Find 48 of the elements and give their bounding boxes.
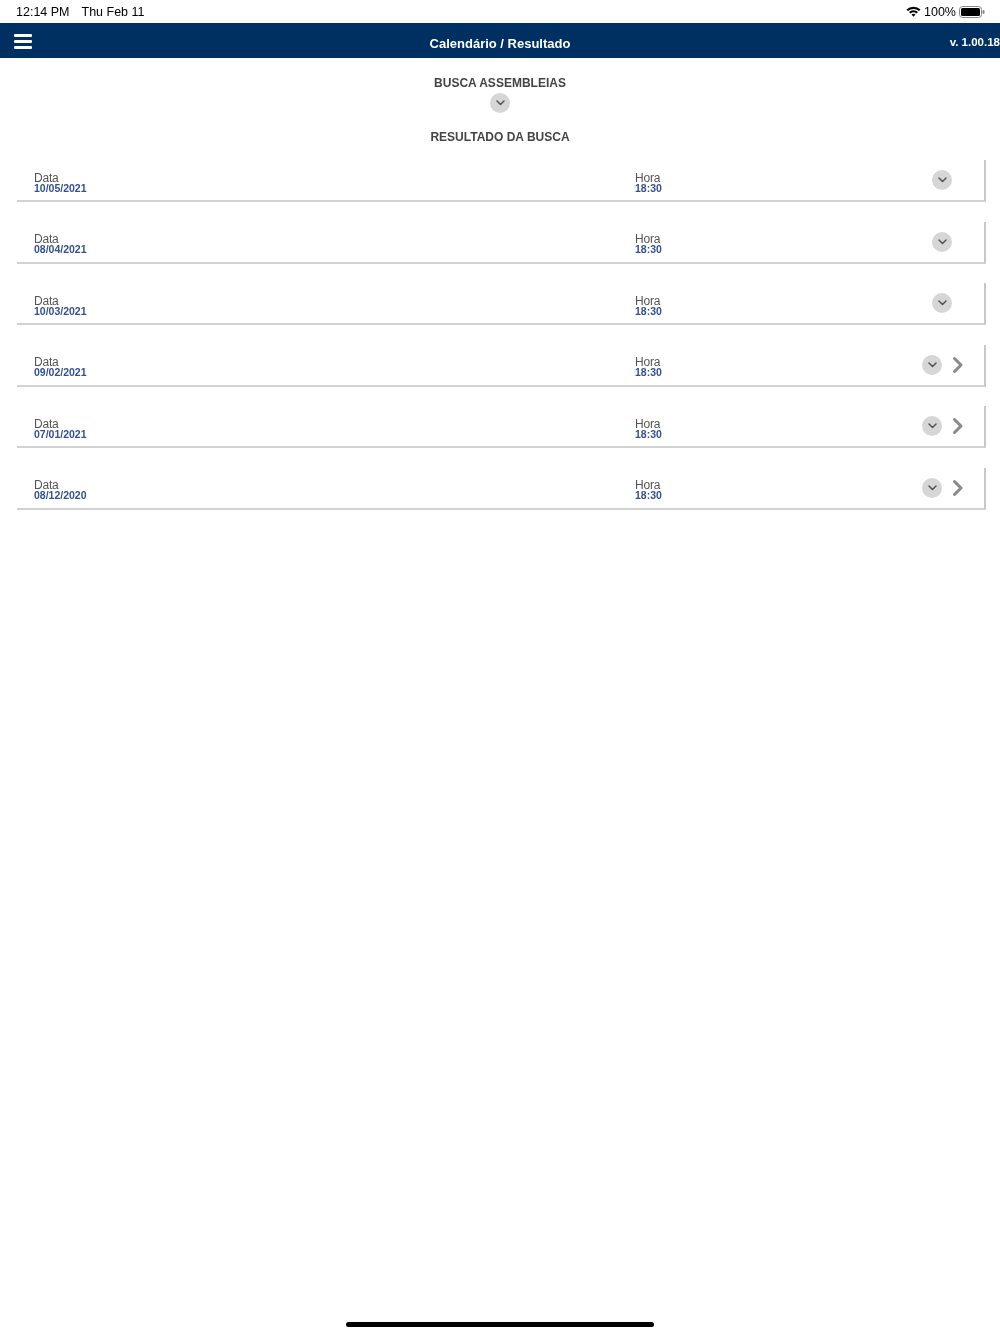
expand-search-button[interactable]	[490, 93, 510, 113]
date-label: Data	[34, 418, 59, 429]
date-value: 09/02/2021	[34, 367, 87, 378]
expand-button[interactable]	[932, 293, 952, 313]
date-label: Data	[34, 172, 59, 183]
time-label: Hora	[635, 172, 661, 183]
time-label: Hora	[635, 480, 661, 490]
expand-button[interactable]	[932, 170, 952, 190]
time-value: 18:30	[635, 490, 662, 501]
time-value: 18:30	[635, 182, 662, 194]
date-value: 08/04/2021	[34, 244, 87, 255]
time-label: Hora	[635, 295, 661, 306]
menu-button[interactable]	[14, 33, 32, 49]
time-value: 18:30	[635, 305, 662, 317]
time-label: Hora	[635, 418, 661, 429]
time-value: 18:30	[635, 428, 662, 440]
page-title: Calendário / Resultado	[429, 35, 571, 51]
date-label: Data	[34, 234, 59, 244]
date-label: Data	[34, 357, 59, 367]
chevron-right-icon	[952, 478, 964, 497]
date-label: Data	[34, 295, 59, 306]
date-value: 10/03/2021	[34, 305, 87, 317]
date-value: 08/12/2020	[34, 490, 87, 501]
time-label: Hora	[635, 234, 661, 244]
expand-button[interactable]	[932, 231, 952, 252]
time-value: 18:30	[635, 244, 662, 255]
status-date: Thu Feb 11	[81, 4, 145, 19]
menu-icon	[14, 33, 32, 49]
date-label: Data	[34, 480, 59, 490]
wifi-icon	[906, 6, 921, 17]
expand-button[interactable]	[922, 354, 942, 375]
time-label: Hora	[635, 357, 661, 367]
expand-button[interactable]	[922, 416, 942, 436]
app-version: v. 1.00.18	[949, 34, 1000, 48]
results-section-title: RESULTADO DA BUSCA	[430, 130, 570, 144]
battery-percent: 100%	[924, 4, 956, 19]
open-detail-button[interactable]	[952, 355, 964, 374]
open-detail-button[interactable]	[952, 478, 964, 497]
chevron-right-icon	[952, 355, 964, 374]
date-value: 10/05/2021	[34, 182, 87, 194]
expand-button[interactable]	[922, 477, 942, 498]
date-value: 07/01/2021	[34, 428, 87, 440]
battery-icon	[959, 5, 985, 18]
open-detail-button[interactable]	[952, 417, 964, 435]
status-time: 12:14 PM	[16, 4, 70, 19]
time-value: 18:30	[635, 367, 662, 378]
chevron-right-icon	[952, 417, 964, 435]
search-section-title: BUSCA ASSEMBLEIAS	[434, 76, 566, 90]
